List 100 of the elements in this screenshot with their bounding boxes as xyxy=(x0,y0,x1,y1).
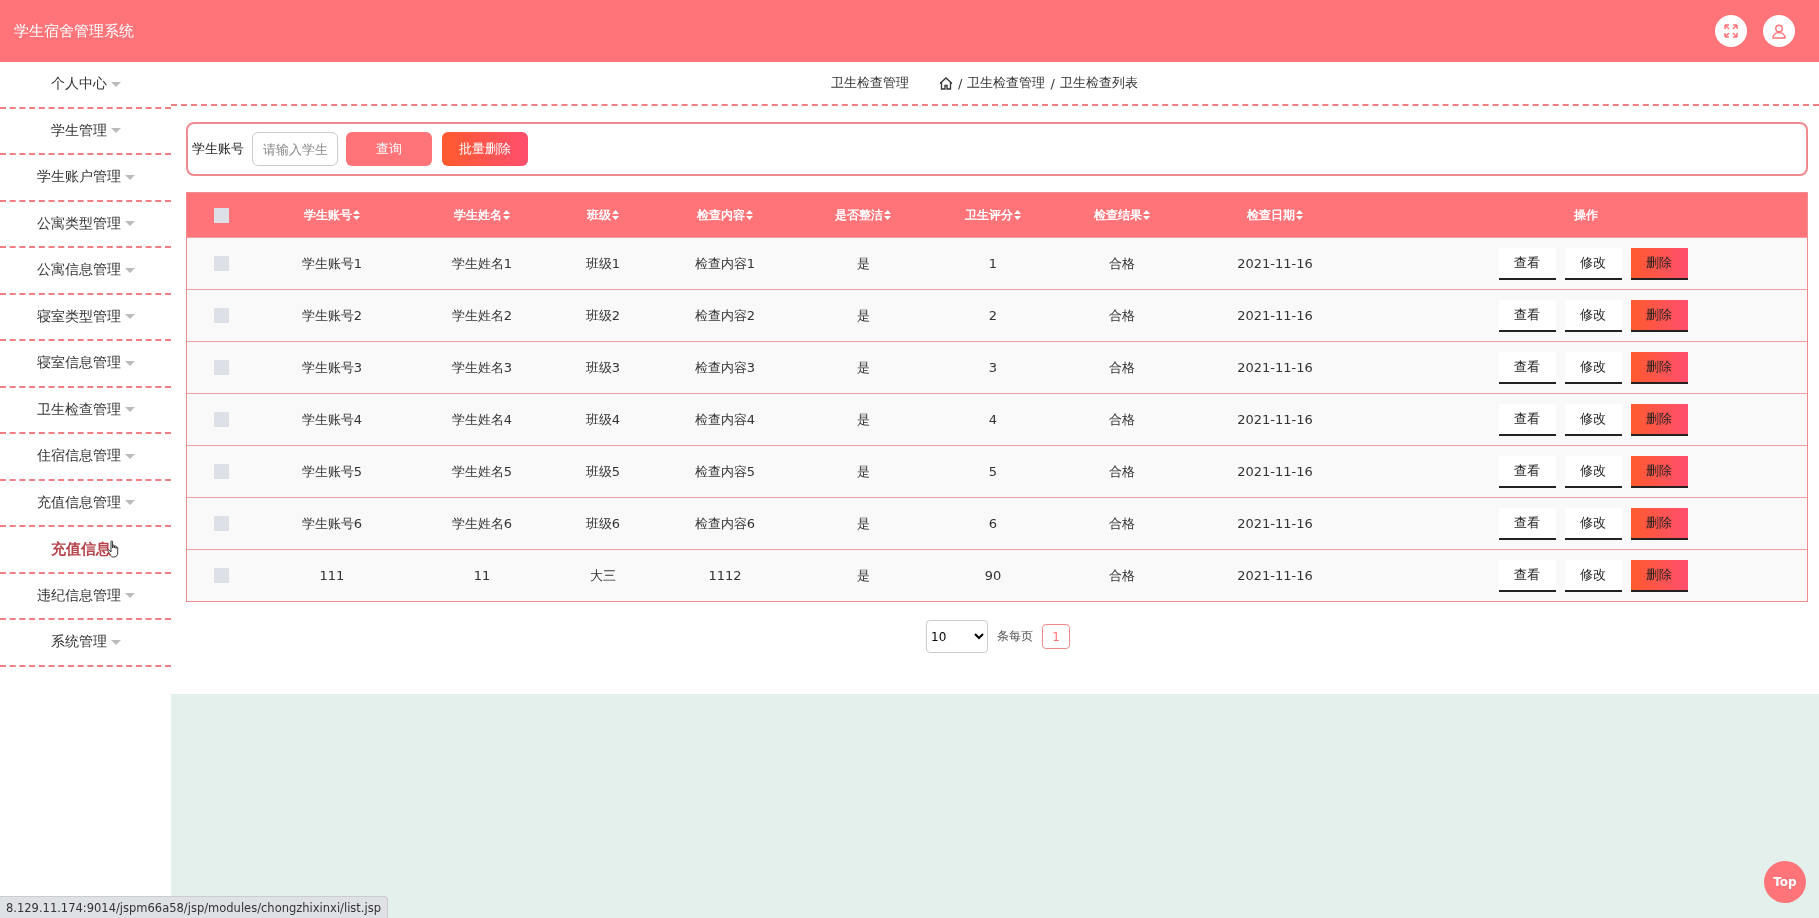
table-cell-text: 学生姓名2 xyxy=(450,306,514,325)
table-cell-text: 3 xyxy=(987,360,999,375)
table-cell-text: 2021-11-16 xyxy=(1236,464,1314,479)
sort-icon xyxy=(1143,210,1150,220)
table-cell-text: 2021-11-16 xyxy=(1236,516,1314,531)
table-cell-text: 班级1 xyxy=(584,254,622,273)
breadcrumb-separator: / xyxy=(958,75,963,91)
table-cell-text: 90 xyxy=(983,568,1003,583)
breadcrumb-separator: / xyxy=(1050,75,1055,91)
table-cell-text: 合格 xyxy=(1108,306,1136,325)
home-icon[interactable] xyxy=(939,76,953,90)
table-cell-text: 学生姓名1 xyxy=(450,254,514,273)
table-cell-text: 检查内容3 xyxy=(693,358,757,377)
breadcrumb-link[interactable]: 卫生检查管理 xyxy=(967,74,1046,92)
table-cell-text: 合格 xyxy=(1108,514,1136,533)
user-icon[interactable] xyxy=(1763,15,1795,47)
table-cell-text: 班级3 xyxy=(584,358,622,377)
delete-button[interactable]: 删除 xyxy=(1630,507,1688,540)
status-url: 8.129.11.174:9014/jspm66a58/jsp/modules/chongzhixinxi/list.jsp xyxy=(0,896,388,918)
edit-button[interactable]: 修改 xyxy=(1564,351,1622,384)
table-cell-text: 是 xyxy=(855,462,871,481)
table-cell-text: 合格 xyxy=(1108,254,1136,273)
table-cell-text: 班级6 xyxy=(584,514,622,533)
table-cell-text: 学生账号1 xyxy=(300,254,364,273)
edit-button[interactable]: 修改 xyxy=(1564,559,1622,592)
table-cell-text: 班级4 xyxy=(584,410,622,429)
row-checkbox[interactable] xyxy=(213,516,229,531)
table-cell-text: 学生姓名4 xyxy=(450,410,514,429)
view-button[interactable]: 查看 xyxy=(1498,403,1556,436)
delete-button[interactable]: 删除 xyxy=(1630,351,1688,384)
row-checkbox[interactable] xyxy=(213,568,229,583)
edit-button[interactable]: 修改 xyxy=(1564,455,1622,488)
row-checkbox[interactable] xyxy=(213,256,229,271)
table-cell-text: 班级2 xyxy=(584,306,622,325)
view-button[interactable]: 查看 xyxy=(1498,351,1556,384)
row-checkbox[interactable] xyxy=(213,308,229,323)
table-cell-text: 合格 xyxy=(1108,462,1136,481)
table-cell-text: 检查内容1 xyxy=(693,254,757,273)
table-cell-text: 学生账号2 xyxy=(300,306,364,325)
edit-button[interactable]: 修改 xyxy=(1564,247,1622,280)
breadcrumb-link[interactable]: 卫生检查列表 xyxy=(1059,74,1138,92)
row-checkbox[interactable] xyxy=(213,412,229,427)
table-cell-text: 学生账号3 xyxy=(300,358,364,377)
view-button[interactable]: 查看 xyxy=(1498,455,1556,488)
table-cell-text: 检查内容4 xyxy=(693,410,757,429)
table-cell-text: 是 xyxy=(855,254,871,273)
table-cell-text: 11 xyxy=(472,568,492,583)
table-cell-text: 学生账号4 xyxy=(300,410,364,429)
sort-icon xyxy=(1014,210,1021,220)
sort-icon xyxy=(353,210,360,220)
table-cell-text: 6 xyxy=(987,516,999,531)
view-button[interactable]: 查看 xyxy=(1498,299,1556,332)
delete-button[interactable]: 删除 xyxy=(1630,403,1688,436)
sort-icon xyxy=(746,210,753,220)
table-cell-text: 学生账号5 xyxy=(300,462,364,481)
fullscreen-icon[interactable] xyxy=(1715,15,1747,47)
row-checkbox[interactable] xyxy=(213,360,229,375)
delete-button[interactable]: 删除 xyxy=(1630,247,1688,280)
delete-button[interactable]: 删除 xyxy=(1630,299,1688,332)
row-checkbox[interactable] xyxy=(213,464,229,479)
per-page-label: 条每页 xyxy=(997,628,1033,645)
table-cell-text: 大三 xyxy=(589,566,617,585)
table-cell-text: 合格 xyxy=(1108,358,1136,377)
search-label: 学生账号 xyxy=(192,140,244,158)
view-button[interactable]: 查看 xyxy=(1498,507,1556,540)
table-cell-text: 是 xyxy=(855,514,871,533)
table-cell-text: 4 xyxy=(987,412,999,427)
table-cell-text: 班级5 xyxy=(584,462,622,481)
page-size-select[interactable]: 10 xyxy=(926,620,988,653)
edit-button[interactable]: 修改 xyxy=(1564,403,1622,436)
sort-icon xyxy=(612,210,619,220)
table-cell-text: 是 xyxy=(855,358,871,377)
table-cell-text: 是 xyxy=(855,566,871,585)
table-cell-text: 学生账号6 xyxy=(300,514,364,533)
delete-button[interactable]: 删除 xyxy=(1630,455,1688,488)
delete-button[interactable]: 删除 xyxy=(1630,559,1688,592)
table-cell-text: 111 xyxy=(318,568,346,583)
table-cell-text: 合格 xyxy=(1108,566,1136,585)
table-cell-text: 学生姓名6 xyxy=(450,514,514,533)
search-field[interactable]: 请输入学生 xyxy=(252,132,338,166)
table-cell-text: 2021-11-16 xyxy=(1236,360,1314,375)
column-header: 操作 xyxy=(1573,206,1599,224)
table-cell-text: 合格 xyxy=(1108,410,1136,429)
table-cell-text: 检查内容5 xyxy=(693,462,757,481)
sort-icon xyxy=(1296,210,1303,220)
select-all-checkbox[interactable] xyxy=(213,207,229,223)
page-title: 卫生检查管理 xyxy=(831,74,909,92)
table-cell-text: 2021-11-16 xyxy=(1236,568,1314,583)
table-cell-text: 2021-11-16 xyxy=(1236,412,1314,427)
table-cell-text: 是 xyxy=(855,410,871,429)
edit-button[interactable]: 修改 xyxy=(1564,299,1622,332)
sort-icon xyxy=(884,210,891,220)
app-title: 学生宿舍管理系统 xyxy=(14,21,134,41)
table-cell-text: 1 xyxy=(987,256,999,271)
table-cell-text: 2021-11-16 xyxy=(1236,308,1314,323)
table-cell-text: 学生姓名3 xyxy=(450,358,514,377)
view-button[interactable]: 查看 xyxy=(1498,247,1556,280)
view-button[interactable]: 查看 xyxy=(1498,559,1556,592)
table-cell-text: 检查内容6 xyxy=(693,514,757,533)
edit-button[interactable]: 修改 xyxy=(1564,507,1622,540)
